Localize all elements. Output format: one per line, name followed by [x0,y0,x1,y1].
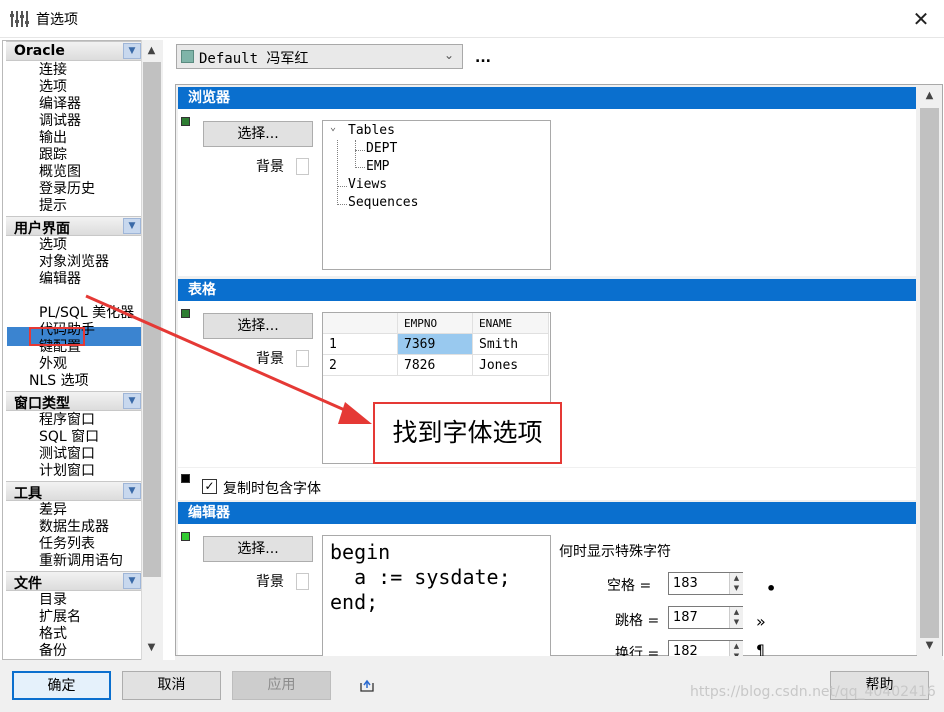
watermark: https://blog.csdn.net/qq_40402416 [690,684,936,700]
cancel-button[interactable]: 取消 [122,671,221,700]
annotation-arrow-icon [85,294,372,424]
apply-button[interactable]: 应用 [232,671,331,700]
annotation-callout: 找到字体选项 [373,402,562,464]
ok-button[interactable]: 确定 [12,671,111,700]
export-icon[interactable] [358,677,376,693]
